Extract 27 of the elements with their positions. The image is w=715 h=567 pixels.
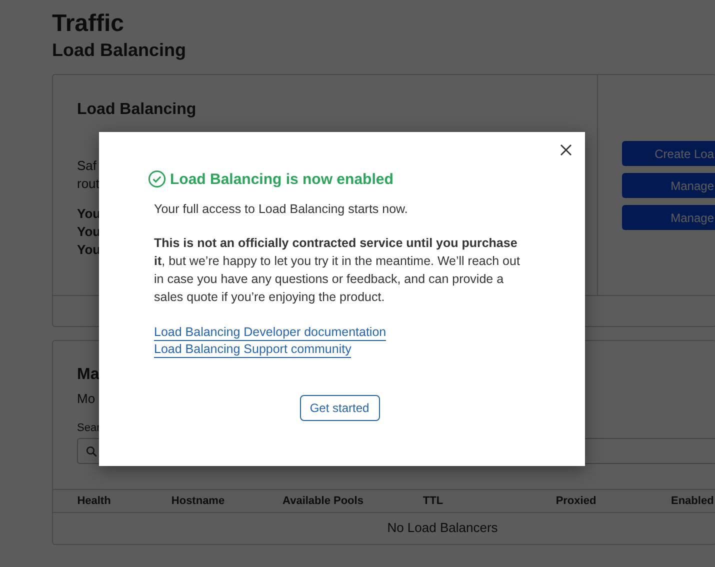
column-header: Hostname (171, 495, 225, 507)
page-title: Traffic (52, 10, 126, 38)
description-text: Saf (77, 157, 97, 175)
search-icon (86, 446, 97, 456)
empty-message: No Load Balancers (387, 520, 498, 535)
card-heading: Ma (77, 365, 100, 385)
card-heading: Load Balancing (77, 100, 198, 120)
column-header: Health (77, 495, 111, 507)
column-header: TTL (422, 495, 444, 507)
note-text: You (77, 205, 101, 223)
column-header: Enabled (671, 495, 714, 507)
intro-text: Your full access to Load Balancing starts now. (154, 201, 409, 218)
doc-link[interactable]: Load Balancing Support community (154, 341, 352, 358)
page-subtitle: Load Balancing (52, 39, 188, 62)
description-text: Mo (77, 391, 96, 406)
column-header: Available Pools (282, 495, 364, 507)
get-started-button[interactable]: Get started (300, 395, 380, 421)
body-paragraph: This is not an officially contracted service until you purchase it, but we’re happy to let you try it in the meantime. We’ll reach out in case you have any questions or feedback, and can provide a sales quote if you’re enjoying the product. (154, 235, 521, 306)
description-text: rout (77, 175, 100, 193)
column-header: Proxied (556, 495, 596, 507)
doc-link[interactable]: Load Balancing Developer documentation (154, 324, 386, 341)
note-text: You (77, 223, 101, 241)
note-text: You (77, 241, 101, 259)
dialog-title: Load Balancing is now enabled (170, 170, 394, 188)
close-button[interactable] (559, 143, 573, 157)
check-circle-icon (148, 170, 166, 188)
search-label: Sear (77, 422, 102, 434)
